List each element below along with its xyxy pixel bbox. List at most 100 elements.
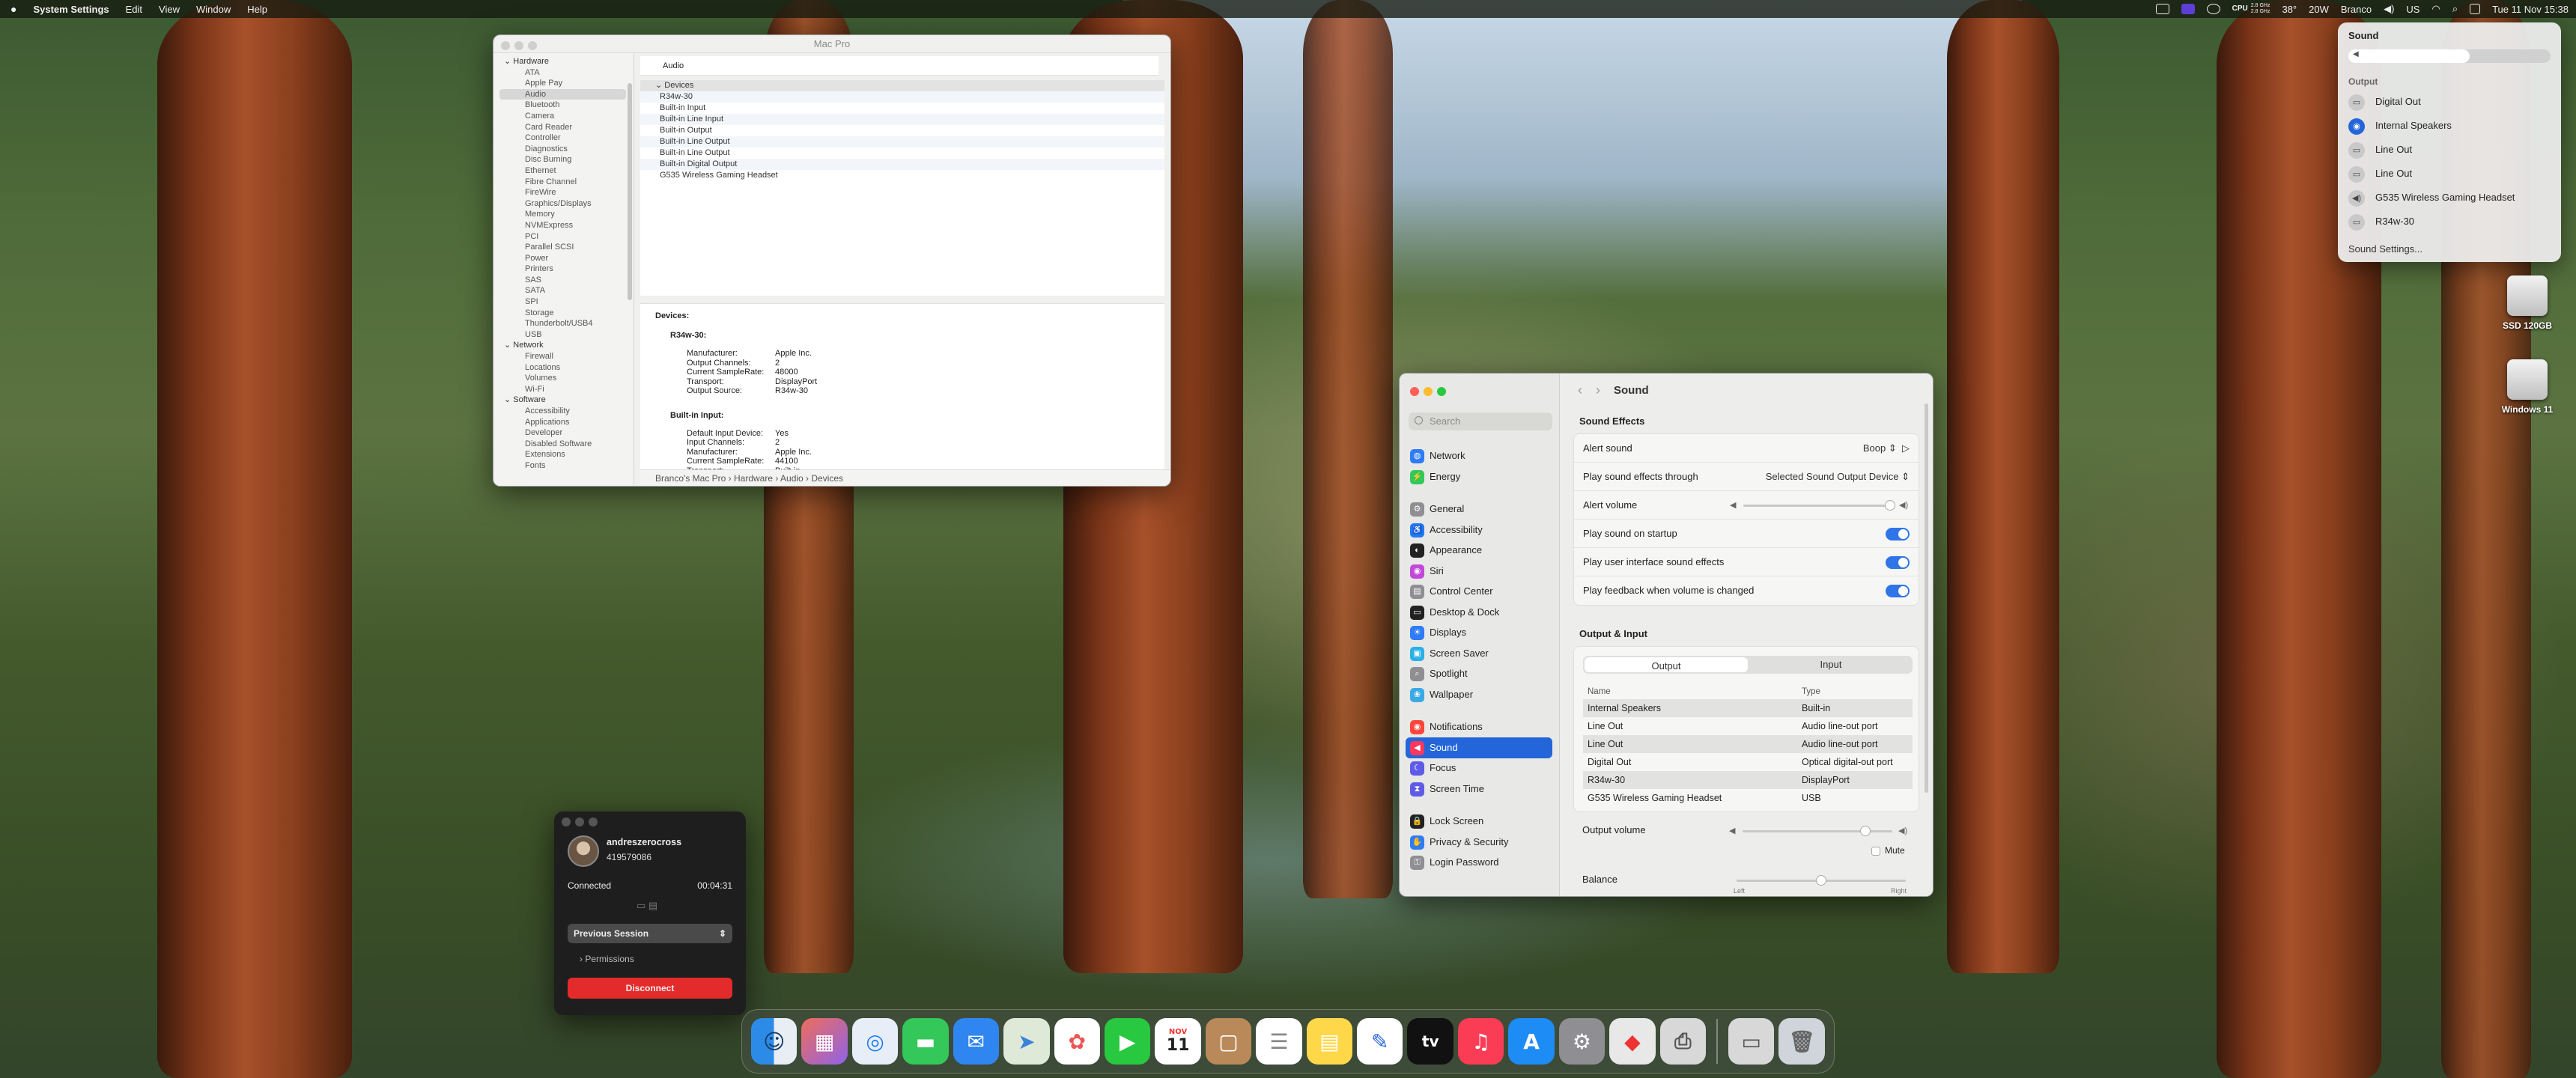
facetime-icon[interactable]: ▶ — [1104, 1018, 1151, 1065]
sidebar-item[interactable]: Applications — [493, 417, 634, 428]
table-row[interactable]: R34w-30 DisplayPort — [1583, 771, 1913, 789]
status-icon[interactable] — [2206, 4, 2220, 14]
disconnect-button[interactable]: Disconnect — [568, 978, 732, 999]
sidebar-item[interactable]: FireWire — [493, 187, 634, 198]
sidebar-item-focus[interactable]: ☾ Focus — [1406, 758, 1552, 779]
menu-edit[interactable]: Edit — [126, 4, 142, 15]
sidebar-item[interactable]: Ethernet — [493, 165, 634, 177]
sidebar-item[interactable]: Thunderbolt/USB4 — [493, 318, 634, 329]
sidebar-item-control-center[interactable]: ▤ Control Center — [1406, 581, 1552, 602]
temperature[interactable]: 38° — [2282, 4, 2297, 15]
table-row[interactable]: Line Out Audio line-out port — [1583, 717, 1913, 735]
sidebar-item-privacy-security[interactable]: ✋ Privacy & Security — [1406, 832, 1552, 853]
sidebar-item-accessibility[interactable]: ♿ Accessibility — [1406, 520, 1552, 540]
sidebar-item-screen-saver[interactable]: ▣ Screen Saver — [1406, 643, 1552, 664]
ui-sounds-toggle[interactable] — [1886, 556, 1910, 569]
output-device-item[interactable]: ▭ Digital Out — [2348, 91, 2552, 112]
sidebar-item[interactable]: Printers — [493, 264, 634, 275]
volume-feedback-toggle[interactable] — [1886, 585, 1910, 597]
output-device-item[interactable]: ◉ Internal Speakers — [2348, 115, 2552, 136]
output-volume-slider[interactable] — [1743, 826, 1892, 836]
tree-row[interactable]: Built-in Input — [640, 103, 1164, 114]
screen-share-icon[interactable] — [2181, 4, 2195, 14]
sidebar-group[interactable]: ⌄ Software — [493, 395, 634, 406]
system-settings-icon[interactable]: ⚙ — [1558, 1018, 1606, 1065]
notes-icon[interactable]: ▤ — [1306, 1018, 1353, 1065]
tree-group-devices[interactable]: ⌄ Devices — [640, 80, 1164, 91]
sidebar-item[interactable]: Graphics/Displays — [493, 198, 634, 210]
app-menu[interactable]: System Settings — [33, 4, 109, 15]
sidebar-item[interactable]: Power — [493, 253, 634, 264]
forward-icon[interactable]: › — [1596, 383, 1600, 398]
sidebar-item[interactable]: Extensions — [493, 449, 634, 460]
freeform-icon[interactable]: ✎ — [1357, 1018, 1403, 1065]
output-device-item[interactable]: ▭ Line Out — [2348, 163, 2552, 184]
sidebar-item[interactable]: SAS — [493, 275, 634, 286]
tree-row[interactable]: G535 Wireless Gaming Headset — [640, 170, 1164, 181]
output-device-item[interactable]: ▭ Line Out — [2348, 139, 2552, 160]
drive-ssd[interactable]: SSD 120GB — [2494, 275, 2561, 331]
sidebar-item[interactable]: Firewall — [493, 351, 634, 362]
close-button[interactable] — [501, 41, 510, 50]
tree-row[interactable]: Built-in Digital Output — [640, 159, 1164, 170]
printer-icon[interactable]: ⎙ — [1659, 1018, 1707, 1065]
sidebar-item-sound[interactable]: ◀ Sound — [1406, 737, 1552, 758]
minimize-button[interactable] — [1424, 387, 1433, 396]
sidebar-item-energy[interactable]: ⚡ Energy — [1406, 466, 1552, 487]
zoom-button[interactable] — [528, 41, 537, 50]
sidebar-item[interactable]: SPI — [493, 296, 634, 308]
slider-knob[interactable] — [1885, 500, 1895, 511]
sidebar-item[interactable]: Wi-Fi — [493, 384, 634, 395]
sidebar-item[interactable]: Disabled Software — [493, 439, 634, 450]
slider-knob[interactable] — [1816, 875, 1826, 886]
anydesk-icon[interactable]: ◆ — [1609, 1018, 1656, 1065]
tree-row[interactable]: Built-in Output — [640, 125, 1164, 136]
sidebar-item[interactable]: Volumes — [493, 373, 634, 384]
sidebar-item[interactable]: Disc Burning — [493, 154, 634, 165]
sidebar-item-spotlight[interactable]: ⌕ Spotlight — [1406, 663, 1552, 684]
sidebar-group[interactable]: ⌄ Network — [493, 340, 634, 351]
scrollbar[interactable] — [628, 83, 632, 300]
output-device-item[interactable]: ◀) G535 Wireless Gaming Headset — [2348, 187, 2552, 208]
sidebar-item-screen-time[interactable]: ⧗ Screen Time — [1406, 779, 1552, 800]
launchpad-icon[interactable]: ▦ — [801, 1018, 848, 1065]
sound-settings-link[interactable]: Sound Settings... — [2348, 243, 2422, 255]
tree-row[interactable]: R34w-30 — [640, 91, 1164, 103]
table-row[interactable]: Digital Out Optical digital-out port — [1583, 753, 1913, 771]
cpu-monitor[interactable]: CPU 2.8 GHz 2.8 GHz — [2232, 3, 2270, 15]
sidebar-item[interactable]: PCI — [493, 231, 634, 243]
sidebar-item-displays[interactable]: ☀ Displays — [1406, 622, 1552, 643]
sidebar-item-appearance[interactable]: ◐ Appearance — [1406, 540, 1552, 561]
finder-icon[interactable]: ☺ — [751, 1018, 798, 1065]
clock[interactable]: Tue 11 Nov 15:38 — [2492, 4, 2569, 15]
sidebar-item[interactable]: Storage — [493, 308, 634, 319]
sidebar-item[interactable]: USB — [493, 329, 634, 341]
wifi-icon[interactable]: ◠ — [2431, 3, 2440, 15]
alert-sound-popup[interactable]: Boop ⇕ ▷ — [1863, 434, 1910, 463]
input-source[interactable]: US — [2406, 4, 2419, 15]
sidebar-item[interactable]: Apple Pay — [493, 78, 634, 89]
apple-icon[interactable]: ● — [10, 3, 16, 15]
table-row[interactable]: Line Out Audio line-out port — [1583, 735, 1913, 753]
drive-windows[interactable]: Windows 11 — [2494, 359, 2561, 415]
mail-icon[interactable]: ✉ — [953, 1018, 1000, 1065]
sidebar-item[interactable]: Audio — [499, 88, 626, 100]
sidebar-item[interactable]: Bluetooth — [493, 100, 634, 111]
search-icon[interactable]: ⌕ — [2452, 3, 2458, 15]
tab-output[interactable]: Output — [1585, 657, 1748, 672]
sidebar-item[interactable]: NVMExpress — [493, 220, 634, 231]
balance-slider[interactable] — [1737, 875, 1906, 886]
sidebar-item-lock-screen[interactable]: 🔒 Lock Screen — [1406, 811, 1552, 832]
table-row[interactable]: G535 Wireless Gaming Headset USB — [1583, 789, 1913, 807]
sidebar-group[interactable]: ⌄ Hardware — [493, 56, 634, 67]
sidebar-item[interactable]: Fonts — [493, 460, 634, 472]
permissions-disclosure[interactable]: › Permissions — [580, 954, 634, 964]
sidebar-item[interactable]: Developer — [493, 427, 634, 439]
maps-icon[interactable]: ➤ — [1003, 1018, 1050, 1065]
sidebar-item[interactable]: Camera — [493, 111, 634, 122]
slider-knob[interactable] — [1860, 826, 1871, 836]
apple-tv-icon[interactable]: tv — [1407, 1018, 1453, 1065]
sidebar-item[interactable]: Accessibility — [493, 406, 634, 417]
trash-icon[interactable]: 🗑 — [1778, 1018, 1825, 1065]
messages-icon[interactable]: ▬ — [902, 1018, 949, 1065]
